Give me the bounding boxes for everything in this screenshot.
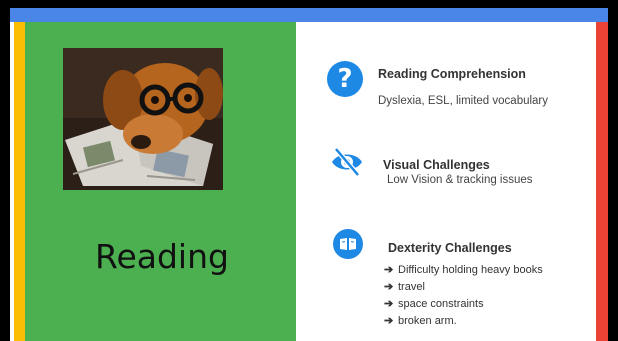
list-item: ➔ Difficulty holding heavy books bbox=[384, 262, 543, 279]
yellow-strip bbox=[14, 22, 25, 341]
slide: Reading ? Reading Comprehension Dyslexia… bbox=[0, 0, 618, 341]
visual-challenges-text: Low Vision & tracking issues bbox=[387, 174, 533, 186]
arrow-icon: ➔ bbox=[384, 298, 394, 310]
right-black-border bbox=[608, 0, 618, 341]
eye-slash-icon bbox=[330, 145, 364, 179]
visual-challenges-title: Visual Challenges bbox=[383, 158, 490, 172]
book-icon bbox=[333, 229, 363, 259]
question-mark-icon: ? bbox=[327, 61, 363, 97]
reading-comprehension-text: Dyslexia, ESL, limited vocabulary bbox=[378, 95, 549, 107]
arrow-icon: ➔ bbox=[384, 315, 394, 327]
list-item: ➔ broken arm. bbox=[384, 313, 543, 330]
list-item: ➔ space constraints bbox=[384, 296, 543, 313]
top-blue-band bbox=[10, 8, 608, 22]
red-strip bbox=[596, 22, 608, 341]
slide-title: Reading bbox=[95, 237, 229, 276]
dog-reading-photo bbox=[63, 48, 223, 190]
dexterity-challenges-title: Dexterity Challenges bbox=[388, 241, 512, 255]
list-item: ➔ travel bbox=[384, 279, 543, 296]
arrow-icon: ➔ bbox=[384, 281, 394, 293]
dexterity-list: ➔ Difficulty holding heavy books ➔ travel … bbox=[384, 262, 543, 330]
left-black-border bbox=[0, 0, 10, 341]
reading-comprehension-title: Reading Comprehension bbox=[378, 67, 526, 81]
arrow-icon: ➔ bbox=[384, 264, 394, 276]
